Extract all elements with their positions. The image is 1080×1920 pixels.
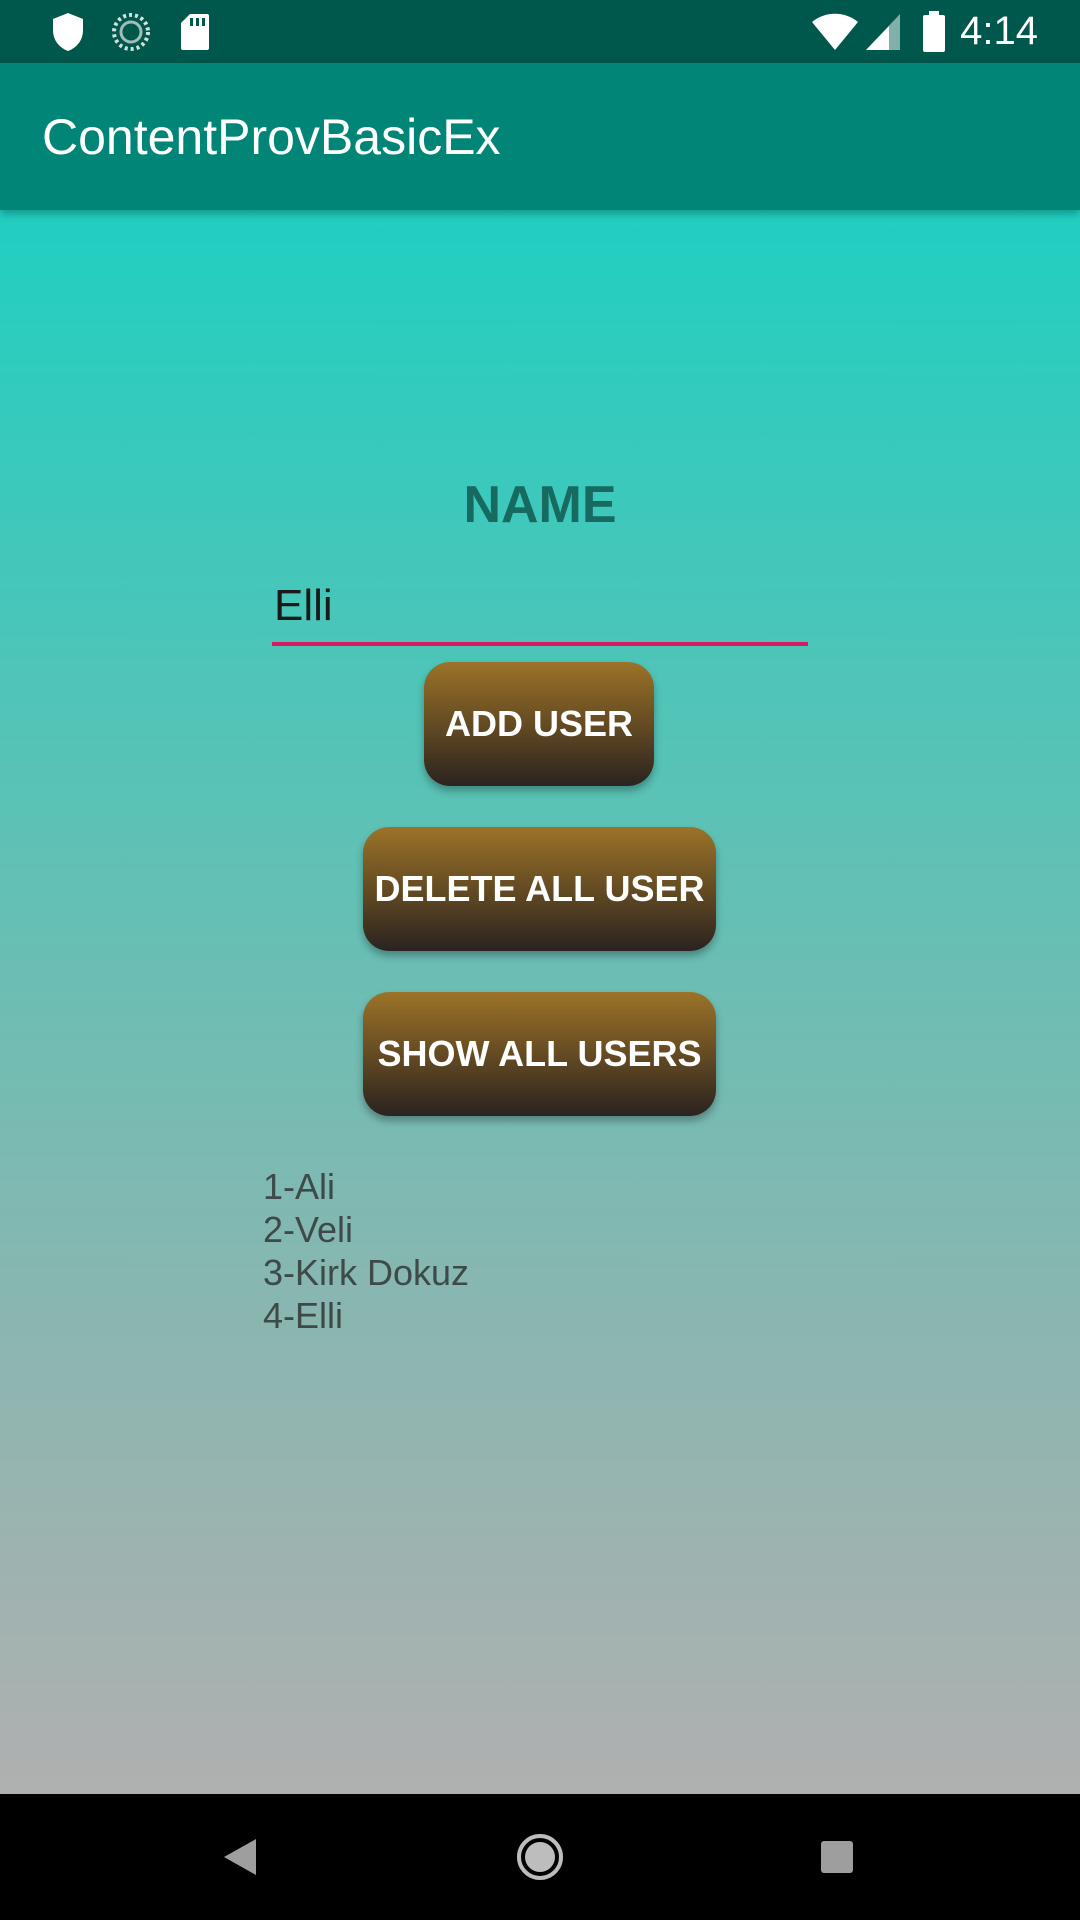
status-bar: 4:14 xyxy=(0,0,1080,63)
list-item: 3-Kirk Dokuz xyxy=(263,1252,470,1293)
main-content: NAME ADD USER DELETE ALL USER SHOW ALL U… xyxy=(0,210,1080,1794)
show-all-users-button[interactable]: SHOW ALL USERS xyxy=(363,992,716,1116)
add-user-button[interactable]: ADD USER xyxy=(424,662,654,786)
list-item: 2-Veli xyxy=(263,1209,354,1250)
home-icon[interactable] xyxy=(480,1794,600,1920)
list-item: 1-Ali xyxy=(263,1166,336,1207)
recents-icon[interactable] xyxy=(777,1794,897,1920)
navigation-bar xyxy=(0,1794,1080,1920)
sd-card-icon xyxy=(178,0,212,63)
app-screen: 4:14 ContentProvBasicEx NAME ADD USER DE… xyxy=(0,0,1080,1920)
wifi-icon xyxy=(810,0,860,63)
signal-icon xyxy=(864,0,902,63)
delete-all-users-button[interactable]: DELETE ALL USER xyxy=(363,827,716,951)
status-clock: 4:14 xyxy=(960,9,1038,53)
shield-icon xyxy=(50,0,86,63)
sync-icon xyxy=(110,0,152,63)
back-icon[interactable] xyxy=(180,1794,300,1920)
list-item: 4-Elli xyxy=(263,1295,344,1336)
battery-icon xyxy=(920,0,948,63)
app-title: ContentProvBasicEx xyxy=(42,108,501,165)
name-input[interactable] xyxy=(272,570,808,646)
name-label: NAME xyxy=(463,476,617,534)
app-bar: ContentProvBasicEx xyxy=(0,63,1080,210)
users-list: 1-Ali 2-Veli 3-Kirk Dokuz 4-Elli xyxy=(263,1165,469,1337)
